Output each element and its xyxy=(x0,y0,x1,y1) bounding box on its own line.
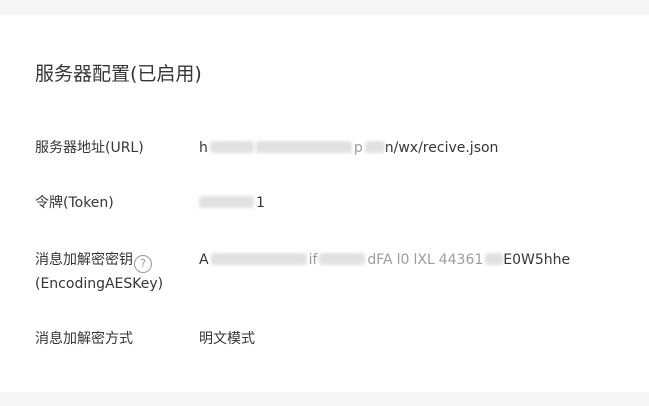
aes-key-frag3: l0 xyxy=(396,252,410,268)
aes-key-label-line2: (EncodingAESKey) xyxy=(35,276,164,292)
aes-key-label-line1: 消息加解密密钥 xyxy=(35,252,133,268)
token-suffix: 1 xyxy=(256,195,265,211)
aes-key-frag5: 44361 xyxy=(438,252,484,268)
aes-key-suffix: E0W5hhe xyxy=(503,252,571,268)
redaction-blur xyxy=(364,141,385,153)
redaction-blur xyxy=(209,141,254,153)
encrypt-mode-value: 明文模式 xyxy=(199,331,255,347)
section-title: 服务器配置(已启用) xyxy=(35,63,202,85)
aes-key-value: Aif dFA l0 lXL 44361 E0W5hhe xyxy=(199,249,570,271)
aes-key-label: 消息加解密密钥? (EncodingAESKey) xyxy=(35,249,163,295)
aes-key-frag1: if xyxy=(308,252,318,268)
redaction-blur xyxy=(210,253,307,265)
server-url-value: h p n/wx/recive.json xyxy=(199,137,498,159)
server-config-card: 服务器配置(已启用) 服务器地址(URL) h p n/wx/recive.json… xyxy=(0,15,649,392)
server-url-label: 服务器地址(URL) xyxy=(35,140,144,156)
aes-key-prefix: A xyxy=(199,252,209,268)
aes-key-frag4: lXL xyxy=(413,252,435,268)
help-icon[interactable]: ? xyxy=(134,255,152,273)
token-value: 1 xyxy=(199,192,265,214)
token-label: 令牌(Token) xyxy=(35,195,114,211)
server-url-mid: p xyxy=(353,140,363,156)
aes-key-frag2: dFA xyxy=(367,252,393,268)
server-url-prefix: h xyxy=(199,140,208,156)
redaction-blur xyxy=(485,253,504,265)
server-url-suffix: n/wx/recive.json xyxy=(384,140,499,156)
redaction-blur xyxy=(319,253,366,265)
redaction-blur xyxy=(199,196,254,208)
encrypt-mode-label: 消息加解密方式 xyxy=(35,331,133,347)
redaction-blur xyxy=(255,141,352,153)
